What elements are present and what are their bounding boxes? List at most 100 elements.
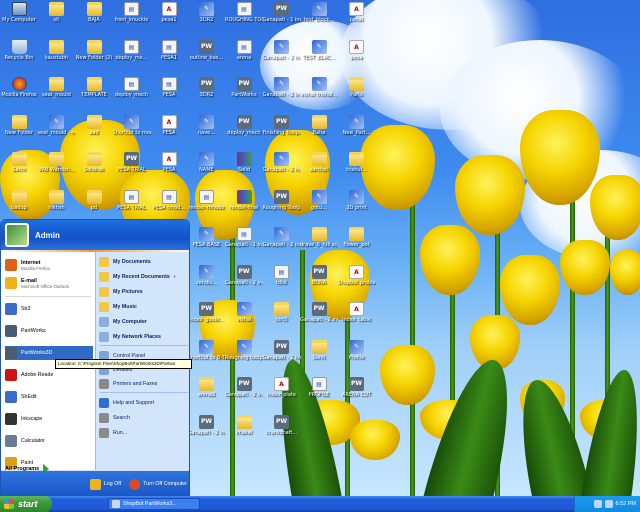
desktop-icon[interactable]: stl bbox=[38, 2, 76, 38]
desktop-icon[interactable]: PWGanapati - 2 inch - Top - 4 bbox=[263, 339, 301, 376]
desktop-icon[interactable]: arena2 bbox=[188, 377, 226, 413]
desktop-icon[interactable]: ▤ PESA1 bbox=[150, 39, 188, 76]
desktop-icon[interactable]: Recycle Bin bbox=[0, 39, 38, 76]
desktop-icon[interactable]: PW PESA TRIAL bbox=[113, 152, 151, 188]
start-menu-place[interactable]: My Network Places bbox=[99, 331, 161, 343]
user-avatar[interactable] bbox=[5, 223, 29, 247]
desktop-icon[interactable]: ▤ render-Hmode bbox=[188, 189, 226, 226]
desktop-icon[interactable]: khakal bbox=[225, 414, 263, 451]
desktop-icon[interactable]: AShopbot problem bbox=[338, 264, 376, 301]
start-menu-place[interactable]: My Computer bbox=[99, 316, 147, 328]
desktop-icon[interactable]: TEMPLATE bbox=[75, 77, 113, 113]
recent-program-item[interactable]: ShEdit bbox=[5, 390, 93, 404]
desktop-icon[interactable]: PWGanapati - 2 inch - Top - 6 bbox=[188, 414, 226, 451]
desktop-icon[interactable]: PW 3DR2 bbox=[188, 77, 226, 113]
desktop-icon[interactable]: ✎ test_block... bbox=[300, 2, 338, 38]
desktop-icon[interactable]: ✎Ganapati - 2 inch - Top - 8 bbox=[263, 77, 301, 113]
desktop-icon[interactable]: ✎ 3DR2 bbox=[188, 2, 226, 38]
desktop-icon[interactable]: PW PartWorks bbox=[225, 77, 263, 113]
desktop-icon[interactable]: flower_pot bbox=[338, 227, 376, 263]
desktop-icon[interactable]: ✎Ganapati - 2 inch - Top - 5 bbox=[263, 39, 301, 76]
desktop-icon[interactable]: A PESA bbox=[150, 114, 188, 151]
desktop-icon[interactable]: Mozilla Firefox bbox=[0, 77, 38, 113]
desktop-icon[interactable]: ✎Shortcut to B-TECH... bbox=[188, 339, 226, 376]
recent-program-item[interactable]: Inkscape bbox=[5, 412, 93, 426]
desktop-icon[interactable]: ✎ Profile bbox=[338, 339, 376, 376]
network-icon[interactable] bbox=[593, 500, 602, 508]
desktop-icon[interactable]: Apesal bbox=[338, 2, 376, 38]
recent-program-item[interactable]: PartWorks3D bbox=[5, 346, 93, 360]
desktop-icon[interactable]: BAJA bbox=[75, 2, 113, 38]
volume-icon[interactable] bbox=[604, 500, 613, 508]
desktop-icon[interactable]: PWGanapati - 2 inch - Top - 3 bbox=[300, 302, 338, 338]
start-menu-place[interactable]: Help and Support bbox=[99, 397, 154, 409]
desktop-icon[interactable]: Sunit bbox=[300, 339, 338, 376]
desktop-icon[interactable]: VAB Warnish... bbox=[38, 152, 76, 188]
desktop-icon[interactable]: ▤ PESA bbox=[150, 77, 188, 113]
desktop-icon[interactable]: ✎ nave... bbox=[188, 114, 226, 151]
desktop-icon[interactable]: sarchet bbox=[300, 152, 338, 188]
desktop-icon[interactable]: trishul... bbox=[338, 152, 376, 188]
desktop-icon[interactable]: ✎ vishal bbox=[225, 302, 263, 338]
turn-off-computer-button[interactable]: Turn Off Computer bbox=[129, 478, 187, 490]
pinned-item[interactable]: Internet Mozilla Firefox bbox=[5, 258, 93, 272]
desktop-icon[interactable]: ✎ gotu... bbox=[300, 189, 338, 226]
pinned-item[interactable]: E-mail Microsoft Office Outlook bbox=[5, 276, 93, 290]
start-menu-place[interactable]: Search bbox=[99, 412, 130, 424]
start-menu-place[interactable]: Printers and Faxes bbox=[99, 378, 157, 390]
desktop-icon[interactable]: kaustubh bbox=[38, 39, 76, 76]
desktop-icon[interactable]: Apesa bbox=[338, 39, 376, 76]
desktop-icon[interactable]: PWGanapati - 2 inch - Top - 2 bbox=[225, 264, 263, 301]
recent-program-item[interactable]: Sb3 bbox=[5, 302, 93, 316]
desktop-icon[interactable]: ▤ deploy_me... bbox=[113, 39, 151, 76]
taskbar-item-shopbot-partworks[interactable]: ShopBot PartWorks3... bbox=[108, 498, 200, 510]
recent-program-item[interactable]: PartWorks bbox=[5, 324, 93, 338]
desktop-icon[interactable]: PWGanapati - 1 inch - Top - 7 bbox=[263, 2, 301, 38]
desktop-icon[interactable]: Aindex_table bbox=[338, 302, 376, 338]
desktop-icon[interactable]: Sachi bbox=[0, 152, 38, 188]
desktop-icon[interactable]: PW deploy_mech bbox=[225, 114, 263, 151]
start-menu-place[interactable]: My Recent Documents › bbox=[99, 271, 176, 283]
desktop-icon[interactable]: ✎ zendis... bbox=[188, 264, 226, 301]
desktop-icon[interactable]: PW index_guide... bbox=[188, 302, 226, 338]
desktop-icon[interactable]: PWRoughing Toolpath... bbox=[263, 189, 301, 226]
desktop-icon[interactable]: ✎ TEST_BLAC... bbox=[300, 39, 338, 76]
desktop-icon[interactable]: ▤ front_knuckle bbox=[113, 2, 151, 38]
start-menu-place[interactable]: My Documents bbox=[99, 256, 151, 268]
desktop-icon[interactable]: My Computer bbox=[0, 2, 38, 38]
desktop-icon[interactable]: ▤ arena bbox=[225, 39, 263, 76]
desktop-icon[interactable]: ✎Shortcut to moodcutting bbox=[113, 114, 151, 151]
desktop-icon[interactable]: ▤ROUGHING TOOLPAT... bbox=[225, 2, 263, 38]
desktop-icon[interactable]: New Folder (2) bbox=[75, 39, 113, 76]
desktop-icon[interactable]: Baha bbox=[300, 114, 338, 151]
desktop-icon[interactable]: drave_6_full scale... bbox=[300, 227, 338, 263]
desktop-icon[interactable]: Solid bbox=[225, 152, 263, 188]
desktop-icon[interactable]: render-final bbox=[225, 189, 263, 226]
start-menu-place[interactable]: Run... bbox=[99, 427, 127, 439]
desktop-icon[interactable]: PW BDNA bbox=[300, 264, 338, 301]
desktop-icon[interactable]: PW crankshaft... bbox=[263, 414, 301, 451]
desktop-icon[interactable]: ✎Ganapati - 2 inch123 bbox=[263, 227, 301, 263]
desktop-icon[interactable]: ▤ PROFILE bbox=[300, 377, 338, 413]
desktop-icon[interactable]: ✎ PESA BASE bbox=[188, 227, 226, 263]
desktop-icon[interactable]: PWFinishing Toolpat... bbox=[263, 114, 301, 151]
desktop-icon[interactable]: ✎ vishal trishul... bbox=[300, 77, 338, 113]
recent-program-item[interactable]: Adobe Reade bbox=[5, 368, 93, 382]
start-menu-place[interactable]: My Pictures bbox=[99, 286, 143, 298]
desktop-icon[interactable]: Aindex_plate bbox=[263, 377, 301, 413]
clock[interactable]: 6:52 PM bbox=[616, 501, 636, 507]
desktop-icon[interactable]: ▤ tdlst bbox=[263, 264, 301, 301]
desktop-icon[interactable]: Parts bbox=[338, 77, 376, 113]
desktop-icon[interactable]: ✎ New_Part... bbox=[338, 114, 376, 151]
start-button[interactable]: start bbox=[0, 496, 52, 512]
desktop-icon[interactable]: A PESA bbox=[150, 152, 188, 188]
desktop-icon[interactable]: seat_mould bbox=[38, 77, 76, 113]
desktop-icon[interactable]: PWGanapati - 2 inch - Top - 5 bbox=[225, 377, 263, 413]
desktop-icon[interactable]: PW ARENA CUT bbox=[338, 377, 376, 413]
desktop-icon[interactable]: ✎Roughing toolpath - Top bbox=[225, 339, 263, 376]
start-menu-place[interactable]: My Music bbox=[99, 301, 137, 313]
log-off-button[interactable]: Log Off bbox=[89, 478, 121, 490]
desktop-icon[interactable]: Solidrak bbox=[75, 152, 113, 188]
desktop-icon[interactable]: ▤Ganapati - 1 inch bbox=[225, 227, 263, 263]
recent-program-item[interactable]: Calculator bbox=[5, 434, 93, 448]
